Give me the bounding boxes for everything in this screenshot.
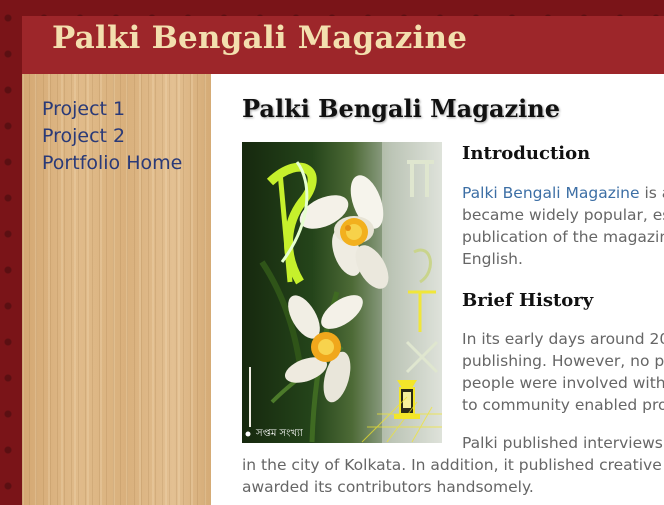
sidebar-nav: Project 1 Project 2 Portfolio Home [42, 96, 182, 177]
closing-paragraph-line-1: Palki published interviews w [462, 434, 664, 452]
sidebar: Project 1 Project 2 Portfolio Home [22, 74, 211, 505]
palki-magazine-link[interactable]: Palki Bengali Magazine [462, 184, 640, 202]
magazine-cover-image: সপ্তম সংখ্যা [242, 142, 442, 443]
history-heading: Brief History [462, 290, 594, 311]
main-content: Palki Bengali Magazine সপ্তম সংখ্যা Intr… [211, 74, 664, 505]
history-paragraph-line-2: publishing. However, no pa [462, 352, 664, 370]
closing-paragraph-line-3: awarded its contributors handsomely. [242, 478, 534, 496]
site-title[interactable]: Palki Bengali Magazine [52, 20, 467, 56]
closing-paragraph-line-2: in the city of Kolkata. In addition, it … [242, 456, 664, 474]
history-paragraph-line-4: to community enabled proj [462, 396, 664, 414]
intro-heading: Introduction [462, 143, 591, 164]
cover-artwork [245, 142, 442, 443]
page-title: Palki Bengali Magazine [242, 94, 561, 123]
nav-link-project-1[interactable]: Project 1 [42, 96, 182, 123]
intro-paragraph-line-2: became widely popular, espe [462, 206, 664, 224]
history-paragraph-line-3: people were involved with t [462, 374, 664, 392]
intro-paragraph-line-3: publication of the magazine [462, 228, 664, 246]
cover-caption: সপ্তম সংখ্যা [256, 428, 303, 439]
nav-link-project-2[interactable]: Project 2 [42, 123, 182, 150]
intro-paragraph-line-1: Palki Bengali Magazine is an [462, 184, 664, 202]
history-paragraph-line-1: In its early days around 200 [462, 330, 664, 348]
nav-link-portfolio-home[interactable]: Portfolio Home [42, 150, 182, 177]
intro-paragraph-line-4: English. [462, 250, 523, 268]
site-header: Palki Bengali Magazine [22, 16, 664, 74]
